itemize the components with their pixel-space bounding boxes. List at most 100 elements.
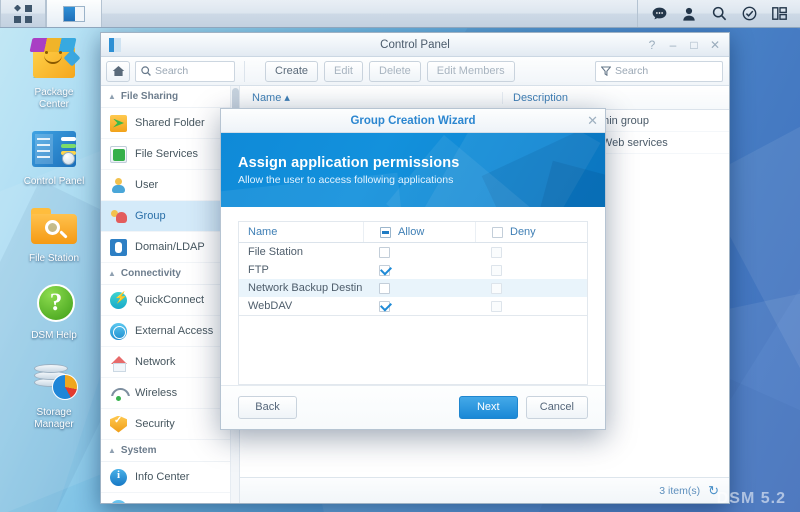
banner-subheading: Allow the user to access following appli… xyxy=(238,174,454,186)
next-button[interactable]: Next xyxy=(458,396,518,419)
sidebar-item-external-access[interactable]: External Access xyxy=(101,316,239,347)
column-header-allow-label: Allow xyxy=(398,226,425,238)
sidebar-item-network[interactable]: Network xyxy=(101,347,239,378)
sidebar-item-label: File Services xyxy=(135,148,198,160)
edit-button[interactable]: Edit xyxy=(324,60,363,82)
close-icon[interactable]: ✕ xyxy=(587,114,598,127)
application-name: Network Backup Destin... xyxy=(248,282,363,294)
home-button[interactable] xyxy=(106,60,130,82)
permission-row[interactable]: FTP xyxy=(239,261,587,279)
maximize-button[interactable]: □ xyxy=(684,36,704,54)
permission-row[interactable]: File Station xyxy=(239,243,587,261)
group-filter-search-input[interactable]: Search xyxy=(595,60,723,82)
desktop-icon-file-station[interactable]: File Station xyxy=(14,202,94,265)
sidebar-item-label: Network xyxy=(135,356,176,368)
column-header-deny-label: Deny xyxy=(510,226,536,238)
user-icon xyxy=(110,177,127,194)
deny-checkbox[interactable] xyxy=(491,282,502,294)
sidebar-item-label: User xyxy=(135,179,159,191)
deny-all-checkbox[interactable] xyxy=(492,226,503,238)
quickconnect-icon xyxy=(110,291,128,309)
dsm-help-icon: ? xyxy=(28,279,80,327)
user-icon[interactable] xyxy=(676,1,702,27)
delete-button[interactable]: Delete xyxy=(369,60,421,82)
dialog-titlebar[interactable]: Group Creation Wizard ✕ xyxy=(221,109,605,133)
desktop-icon-control-panel[interactable]: Control Panel xyxy=(14,125,94,188)
allow-all-checkbox[interactable] xyxy=(380,226,391,238)
item-count: 3 item(s) xyxy=(659,484,701,497)
watermark: DSM 5.2 xyxy=(716,490,786,507)
main-menu-button[interactable] xyxy=(0,0,46,27)
notification-icon[interactable] xyxy=(736,1,762,27)
grid-icon xyxy=(14,4,32,23)
dialog-footer: Back Next Cancel xyxy=(221,385,605,429)
allow-checkbox[interactable] xyxy=(379,300,390,312)
allow-checkbox[interactable] xyxy=(379,282,390,294)
column-header-name[interactable]: Name ▴ xyxy=(240,91,502,104)
search-icon[interactable] xyxy=(706,1,732,27)
deny-checkbox[interactable] xyxy=(491,300,502,312)
taskbar xyxy=(0,0,800,28)
control-panel-toolbar: Search Create Edit Delete Edit Members S… xyxy=(101,57,729,86)
sidebar-item-group[interactable]: Group xyxy=(101,201,239,232)
group-creation-wizard-dialog: Group Creation Wizard ✕ Assign applicati… xyxy=(220,108,606,430)
allow-cell xyxy=(363,264,475,276)
info-center-icon xyxy=(110,468,127,486)
sidebar-item-file-services[interactable]: File Services xyxy=(101,139,239,170)
desktop-icon-label: Control Panel xyxy=(23,176,85,187)
dialog-title: Group Creation Wizard xyxy=(350,114,476,127)
sidebar-item-label: Domain/LDAP xyxy=(135,241,205,253)
sidebar-item-partial[interactable] xyxy=(101,493,239,503)
desktop-icon-label: Package Center xyxy=(34,87,74,110)
desktop-icon-dsm-help[interactable]: ? DSM Help xyxy=(14,279,94,342)
deny-cell xyxy=(475,246,587,258)
control-panel-icon xyxy=(63,5,85,22)
column-header-allow: Allow xyxy=(363,222,475,242)
sidebar-item-user[interactable]: User xyxy=(101,170,239,201)
window-controls: ? – □ ✕ xyxy=(642,36,729,54)
dialog-body: Name Allow Deny File Station FTP Network… xyxy=(221,207,605,385)
shared-folder-icon xyxy=(110,114,127,132)
control-panel-titlebar[interactable]: Control Panel ? – □ ✕ xyxy=(101,33,729,57)
deny-cell xyxy=(475,282,587,294)
column-header-description[interactable]: Description xyxy=(502,91,729,104)
minimize-button[interactable]: – xyxy=(663,36,683,54)
sidebar-item-domain-ldap[interactable]: Domain/LDAP xyxy=(101,232,239,263)
application-name: FTP xyxy=(248,264,269,276)
sidebar-item-quickconnect[interactable]: QuickConnect xyxy=(101,285,239,316)
permission-row[interactable]: Network Backup Destin... xyxy=(239,279,587,297)
create-button[interactable]: Create xyxy=(265,60,319,82)
allow-checkbox[interactable] xyxy=(379,246,390,258)
storage-manager-icon xyxy=(28,356,80,404)
cancel-button[interactable]: Cancel xyxy=(525,396,588,419)
sidebar-item-info-center[interactable]: Info Center xyxy=(101,462,239,493)
deny-checkbox[interactable] xyxy=(491,264,502,276)
sidebar-section-file-sharing[interactable]: ▲ File Sharing xyxy=(101,86,239,108)
help-button[interactable]: ? xyxy=(642,36,662,54)
sidebar-search-input[interactable]: Search xyxy=(135,60,235,82)
desktop-icon-label: Storage Manager xyxy=(34,407,74,430)
sidebar-item-wireless[interactable]: Wireless xyxy=(101,378,239,409)
search-placeholder: Search xyxy=(615,65,649,77)
allow-checkbox[interactable] xyxy=(379,264,390,276)
permission-row[interactable]: WebDAV xyxy=(239,297,587,315)
permissions-table: Name Allow Deny File Station FTP Network… xyxy=(238,221,588,316)
taskbar-app-control-panel[interactable] xyxy=(46,0,102,27)
close-button[interactable]: ✕ xyxy=(705,36,725,54)
edit-members-button[interactable]: Edit Members xyxy=(426,60,515,82)
chevron-up-icon: ▲ xyxy=(108,269,116,278)
chat-icon[interactable] xyxy=(646,1,672,27)
sidebar-item-security[interactable]: Security xyxy=(101,409,239,440)
chevron-up-icon: ▲ xyxy=(108,446,116,455)
sidebar-section-connectivity[interactable]: ▲ Connectivity xyxy=(101,263,239,285)
sidebar-item-label: QuickConnect xyxy=(135,294,205,306)
desktop-icon-storage-manager[interactable]: Storage Manager xyxy=(14,356,94,431)
widgets-icon[interactable] xyxy=(766,1,792,27)
sidebar-item-label: Shared Folder xyxy=(135,117,205,129)
desktop-icon-package-center[interactable]: Package Center xyxy=(14,36,94,111)
sidebar-item-label: Wireless xyxy=(135,387,178,399)
deny-checkbox[interactable] xyxy=(491,246,502,258)
sidebar-item-shared-folder[interactable]: Shared Folder xyxy=(101,108,239,139)
sidebar-section-system[interactable]: ▲ System xyxy=(101,440,239,462)
back-button[interactable]: Back xyxy=(238,396,297,419)
